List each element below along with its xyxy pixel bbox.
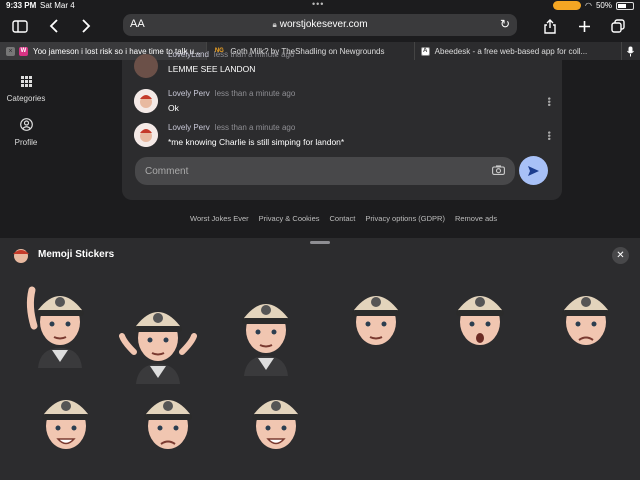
sidebar-item-label: Profile	[14, 138, 38, 147]
screen: 9:33 PM Sat Mar 4 ••• ◠ 50% AA 🔒︎ worstjo…	[0, 0, 640, 480]
more-options-icon[interactable]: •••	[544, 97, 554, 106]
comment-item: Lovely Perv less than a minute ago *me kn…	[134, 123, 554, 151]
footer-link[interactable]: Worst Jokes Ever	[190, 214, 249, 223]
avatar[interactable]	[134, 123, 158, 147]
back-icon[interactable]	[44, 16, 64, 36]
sidebar-toggle-icon[interactable]	[10, 16, 30, 36]
comment-item: LovelyLand less than a minute ago LEMME S…	[134, 50, 554, 80]
user-circle-icon	[0, 118, 52, 134]
sidebar-item-categories[interactable]: Categories	[0, 76, 52, 103]
tab-favicon: W	[19, 46, 28, 56]
footer-link[interactable]: Privacy options (GDPR)	[365, 214, 445, 223]
microphone-icon[interactable]	[622, 42, 640, 60]
tab-overview-icon[interactable]	[608, 16, 628, 36]
memoji-sticker-panel: Memoji Stickers ✕	[0, 238, 640, 480]
share-icon[interactable]	[540, 16, 560, 36]
status-time: 9:33 PM	[6, 1, 37, 10]
panel-title: Memoji Stickers	[38, 249, 115, 260]
url-display[interactable]: 🔒︎ worstjokesever.com	[123, 19, 517, 30]
comment-author: LovelyLand less than a minute ago	[168, 50, 295, 59]
sidebar-item-profile[interactable]: Profile	[0, 118, 52, 147]
lock-icon: 🔒︎	[272, 20, 277, 29]
close-tab-icon[interactable]: ×	[6, 46, 15, 56]
memoji-sticker-shrugging[interactable]	[118, 292, 198, 384]
send-icon	[528, 165, 539, 176]
battery-icon	[616, 1, 634, 10]
sidebar-item-label: Categories	[6, 94, 46, 103]
status-bar: 9:33 PM Sat Mar 4 ••• ◠ 50%	[0, 0, 640, 12]
avatar[interactable]	[134, 89, 158, 113]
memoji-sticker-sad[interactable]	[128, 380, 208, 472]
battery-percent: 50%	[595, 1, 612, 10]
comment-text: LEMME SEE LANDON	[168, 64, 256, 74]
more-options-icon[interactable]: •••	[544, 131, 554, 140]
reload-icon[interactable]: ↻	[500, 17, 510, 31]
comment-input[interactable]	[135, 157, 515, 185]
comment-item: Lovely Perv less than a minute ago Ok •••	[134, 89, 554, 117]
address-bar[interactable]: AA 🔒︎ worstjokesever.com ↻	[123, 14, 517, 36]
panel-grabber[interactable]	[310, 241, 330, 244]
browser-toolbar: AA 🔒︎ worstjokesever.com ↻	[0, 12, 640, 40]
memoji-sticker-smiling[interactable]	[236, 380, 316, 472]
grid-icon	[0, 76, 52, 90]
memoji-sticker-neutral[interactable]	[336, 276, 416, 368]
comments-card: LovelyLand less than a minute ago LEMME S…	[122, 50, 562, 200]
memoji-sticker-surprised[interactable]	[440, 276, 520, 368]
url-text: worstjokesever.com	[279, 19, 368, 30]
close-icon[interactable]: ✕	[612, 247, 629, 264]
new-tab-icon[interactable]	[574, 16, 594, 36]
status-date: Sat Mar 4	[40, 1, 75, 10]
camera-icon[interactable]	[492, 165, 505, 178]
comment-author: Lovely Perv less than a minute ago	[168, 89, 296, 98]
footer-link[interactable]: Contact	[330, 214, 356, 223]
memoji-sticker-frowning[interactable]	[546, 276, 626, 368]
send-button[interactable]	[519, 156, 548, 185]
wifi-icon: ◠	[585, 1, 592, 10]
comment-author: Lovely Perv less than a minute ago	[168, 123, 296, 132]
comment-text: Ok	[168, 103, 179, 113]
forward-icon[interactable]	[76, 16, 96, 36]
mic-indicator-icon	[553, 1, 581, 10]
status-right: ◠ 50%	[553, 1, 634, 10]
footer-link[interactable]: Privacy & Cookies	[259, 214, 320, 223]
footer-link[interactable]: Remove ads	[455, 214, 497, 223]
page-footer: Worst Jokes Ever Privacy & Cookies Conta…	[190, 214, 497, 223]
avatar[interactable]	[134, 54, 158, 78]
memoji-sticker-waving[interactable]	[20, 276, 100, 368]
memoji-icon	[13, 249, 29, 263]
comment-text: *me knowing Charlie is still simping for…	[168, 137, 345, 147]
multitasking-dots-icon[interactable]: •••	[312, 0, 324, 9]
web-page: Categories Profile LovelyLand less than a…	[0, 50, 640, 238]
memoji-sticker-winking[interactable]	[26, 380, 106, 472]
memoji-sticker-facepalm[interactable]	[226, 284, 306, 376]
